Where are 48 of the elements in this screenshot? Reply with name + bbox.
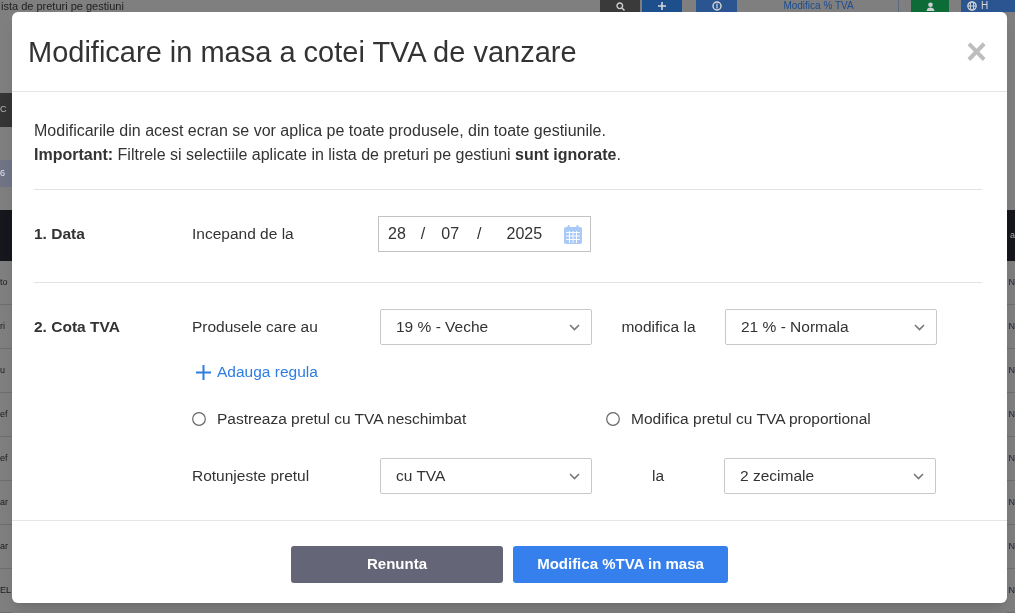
page-title: ista de preturi pe gestiuni (0, 0, 124, 12)
search-icon (615, 1, 625, 11)
field-label: Incepand de la (192, 224, 295, 245)
field-label: modifica la (620, 317, 697, 338)
person-icon (925, 1, 935, 11)
cancel-button[interactable]: Renunta (291, 546, 503, 583)
chevron-down-icon (569, 323, 580, 331)
header-strip: C (0, 93, 12, 127)
section-heading: 2. Cota TVA (34, 317, 121, 338)
search-button[interactable] (600, 0, 640, 12)
table-header-cell: a (1007, 210, 1015, 261)
chevron-down-icon (913, 472, 924, 480)
radio-button-icon[interactable] (606, 412, 620, 426)
coin-button[interactable] (696, 0, 737, 12)
date-separator: / (420, 224, 426, 244)
plus-icon (658, 2, 666, 10)
radio-option[interactable]: Pastreaza pretul cu TVA neschimbat (192, 407, 606, 431)
select-field[interactable]: 2 zecimale (724, 458, 936, 494)
section-heading: 1. Data (34, 224, 86, 245)
radio-option[interactable]: Modifica pretul cu TVA proportional (606, 407, 871, 431)
date-day: 28 (388, 222, 406, 246)
plus-icon (196, 364, 211, 380)
add-rule-link[interactable]: Adauga regula (196, 360, 318, 384)
dialog-title: Modificare in masa a cotei TVA de vanzare (28, 34, 577, 69)
coin-icon (711, 1, 722, 11)
globe-button[interactable]: H (961, 0, 1015, 12)
date-field[interactable]: 28 / 07 / 2025 (378, 216, 591, 252)
globe-icon (967, 1, 977, 11)
date-month: 07 (441, 224, 460, 244)
calendar-icon (564, 224, 582, 244)
submit-button[interactable]: Modifica %TVA in masa (513, 546, 728, 583)
intro-text: Important: Filtrele si selectiile aplicate in lista de preturi pe gestiuni sunt ignorate. (34, 145, 622, 165)
field-label: Produsele care au (192, 317, 319, 338)
intro-text: Modificarile din acest ecran se vor aplica pe toate produsele, din toate gestiunile. (34, 121, 607, 141)
user-button[interactable] (911, 0, 949, 12)
filter-strip: 6 (0, 160, 12, 187)
date-year: 2025 (506, 224, 543, 244)
radio-button-icon[interactable] (192, 412, 206, 426)
add-button[interactable] (642, 0, 682, 12)
chevron-down-icon (914, 323, 925, 331)
select-field[interactable]: cu TVA (380, 458, 592, 494)
chevron-down-icon (569, 472, 580, 480)
table-header (0, 210, 12, 261)
field-label: Rotunjeste pretul (192, 466, 311, 487)
field-label: la (650, 466, 666, 487)
select-field[interactable]: 19 % - Veche (380, 309, 592, 345)
date-separator: / (477, 224, 482, 244)
select-field[interactable]: 21 % - Normala (725, 309, 937, 345)
